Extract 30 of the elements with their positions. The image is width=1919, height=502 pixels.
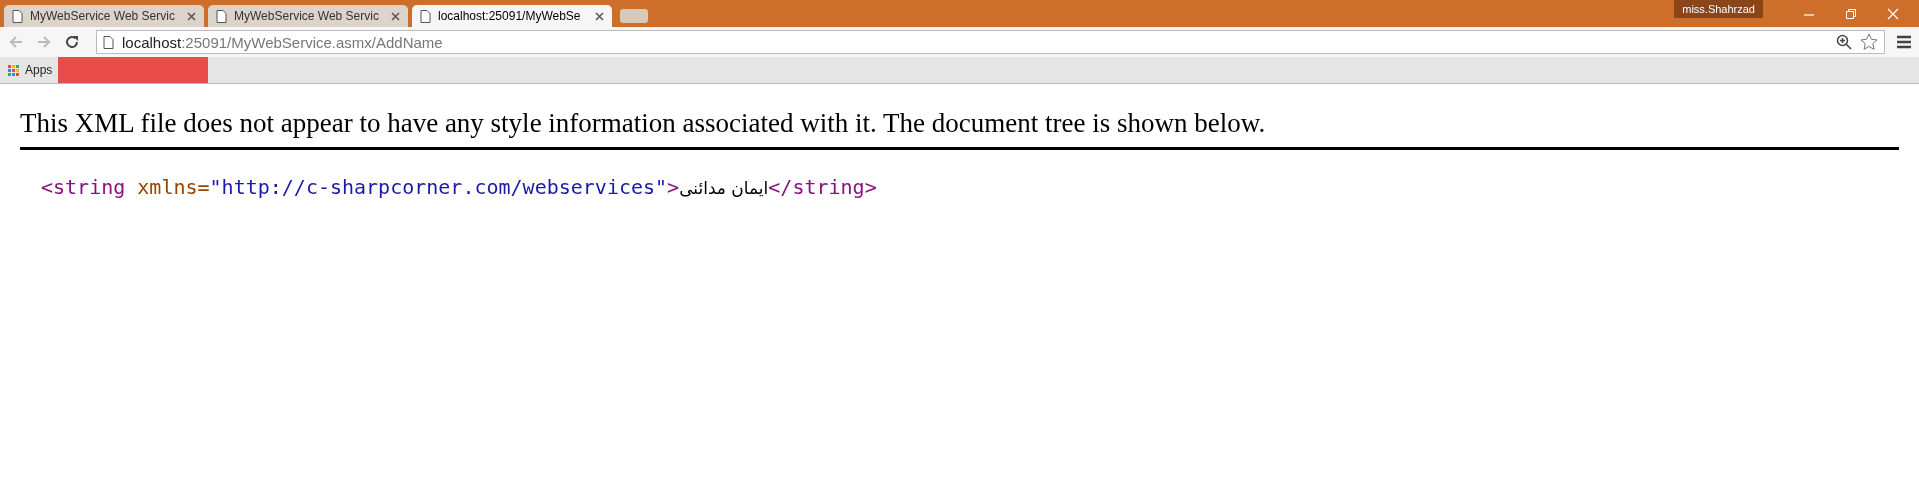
xml-attribute-value: "http://c-sharpcorner.com/webservices" <box>209 175 668 199</box>
tab-title: MyWebService Web Servic <box>234 9 380 23</box>
xml-attribute-name: xmlns= <box>137 175 210 199</box>
tab-title: MyWebService Web Servic <box>30 9 176 23</box>
browser-tab[interactable]: MyWebService Web Servic <box>4 5 204 27</box>
page-icon <box>216 9 227 23</box>
page-icon <box>420 9 431 23</box>
close-icon[interactable] <box>187 11 196 21</box>
page-icon <box>12 9 23 23</box>
reload-icon[interactable] <box>64 34 80 50</box>
star-icon[interactable] <box>1860 33 1878 51</box>
xml-tag: > <box>667 175 680 199</box>
apps-grid-icon[interactable] <box>8 64 19 76</box>
xml-notice: This XML file does not appear to have any style information associated with it. The document tree is shown below. <box>20 108 1267 139</box>
xml-text: ایمان مدائنی <box>679 178 769 198</box>
address-bar[interactable]: localhost:25091/MyWebService.asmx/AddName <box>96 30 1885 54</box>
url-text: localhost:25091/MyWebService.asmx/AddName <box>122 33 443 51</box>
restore-icon[interactable] <box>1845 7 1857 20</box>
profile-name[interactable]: miss.Shahrzad <box>1674 0 1763 18</box>
browser-tab[interactable]: MyWebService Web Servic <box>208 5 408 27</box>
apps-link[interactable]: Apps <box>25 63 53 77</box>
menu-icon[interactable] <box>1897 35 1911 49</box>
xml-tag: </string> <box>768 175 877 199</box>
close-icon[interactable] <box>595 11 604 21</box>
zoom-icon[interactable] <box>1836 34 1852 50</box>
close-icon[interactable] <box>391 11 400 21</box>
page-icon <box>103 35 114 49</box>
tab-title: localhost:25091/MyWebSe <box>438 9 582 23</box>
browser-tab[interactable]: localhost:25091/MyWebSe <box>412 5 612 27</box>
xml-tag: <string <box>41 175 126 199</box>
